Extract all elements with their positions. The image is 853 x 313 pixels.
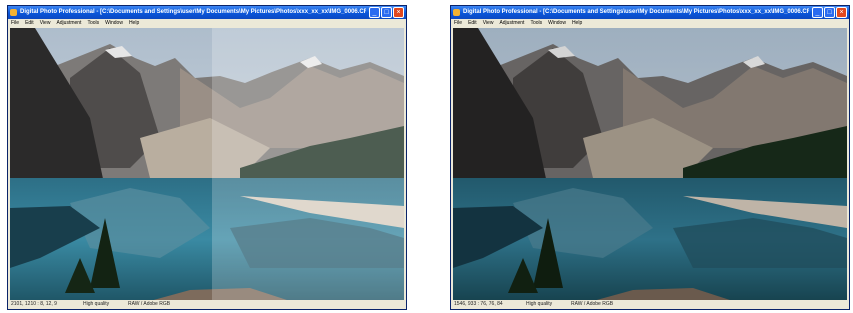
menu-window[interactable]: Window: [548, 19, 566, 28]
dpp-app-icon: [453, 9, 460, 16]
menu-edit[interactable]: Edit: [468, 19, 477, 28]
colorspace-label: RAW / Adobe RGB: [571, 301, 614, 307]
menu-bar: File Edit View Adjustment Tools Window H…: [451, 19, 849, 28]
menu-help[interactable]: Help: [572, 19, 582, 28]
close-icon[interactable]: ×: [393, 7, 404, 18]
menu-window[interactable]: Window: [105, 19, 123, 28]
pixel-readout: 1546, 933 : 76, 76, 84: [454, 301, 503, 307]
dpp-app-icon: [10, 9, 17, 16]
menu-help[interactable]: Help: [129, 19, 139, 28]
title-bar[interactable]: Digital Photo Professional - [C:\Documen…: [451, 6, 849, 19]
menu-view[interactable]: View: [40, 19, 51, 28]
title-bar[interactable]: Digital Photo Professional - [C:\Documen…: [8, 6, 406, 19]
status-bar: 1546, 933 : 76, 76, 84 High quality RAW …: [451, 300, 849, 309]
maximize-icon[interactable]: □: [824, 7, 835, 18]
menu-file[interactable]: File: [11, 19, 19, 28]
colorspace-label: RAW / Adobe RGB: [128, 301, 171, 307]
dpp-window-left: Digital Photo Professional - [C:\Documen…: [7, 5, 407, 310]
menu-file[interactable]: File: [454, 19, 462, 28]
pixel-readout: 2101, 1210 : 8, 12, 9: [11, 301, 57, 307]
menu-adjustment[interactable]: Adjustment: [56, 19, 81, 28]
menu-view[interactable]: View: [483, 19, 494, 28]
dpp-window-right: Digital Photo Professional - [C:\Documen…: [450, 5, 850, 310]
window-title: Digital Photo Professional - [C:\Documen…: [463, 9, 809, 15]
menu-bar: File Edit View Adjustment Tools Window H…: [8, 19, 406, 28]
maximize-icon[interactable]: □: [381, 7, 392, 18]
image-canvas[interactable]: [453, 28, 847, 301]
menu-tools[interactable]: Tools: [87, 19, 99, 28]
menu-adjustment[interactable]: Adjustment: [499, 19, 524, 28]
minimize-icon[interactable]: _: [369, 7, 380, 18]
minimize-icon[interactable]: _: [812, 7, 823, 18]
comparison-overlay: [212, 28, 404, 301]
image-canvas[interactable]: [10, 28, 404, 301]
quality-label: High quality: [83, 301, 110, 307]
close-icon[interactable]: ×: [836, 7, 847, 18]
status-bar: 2101, 1210 : 8, 12, 9 High quality RAW /…: [8, 300, 406, 309]
landscape-photo: [453, 28, 847, 301]
menu-edit[interactable]: Edit: [25, 19, 34, 28]
menu-tools[interactable]: Tools: [530, 19, 542, 28]
quality-label: High quality: [526, 301, 553, 307]
window-title: Digital Photo Professional - [C:\Documen…: [20, 9, 366, 15]
